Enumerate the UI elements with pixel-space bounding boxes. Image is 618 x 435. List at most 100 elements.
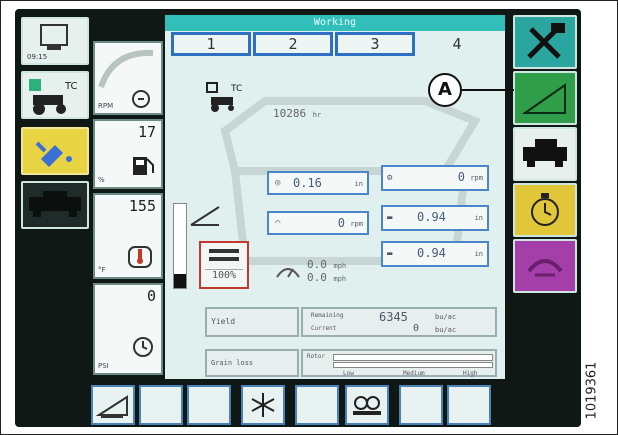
tilt-value-2: 0.94 xyxy=(417,246,446,260)
combine-button[interactable] xyxy=(513,127,577,181)
pressure-gauge: 0 PSI xyxy=(93,283,163,375)
header-icon xyxy=(29,191,81,217)
tools-icon xyxy=(527,23,565,59)
pressure-unit: PSI xyxy=(98,362,109,370)
header-tilt-icon xyxy=(521,83,566,114)
loss-high: High xyxy=(463,370,478,377)
manual-figure: 09:15 TC RPM 17 % 155 °F 0 PSI Working 1… xyxy=(0,0,618,435)
tilt-box-1[interactable]: ▬ 0.94 in xyxy=(381,205,489,231)
fuel-unit: % xyxy=(98,176,105,184)
belt-unit: rpm xyxy=(350,220,363,228)
header-height-bar[interactable] xyxy=(173,203,187,289)
shoe-loss-bar xyxy=(333,362,493,368)
speed-value-2: 0.0 xyxy=(307,271,327,284)
callout-a: A xyxy=(428,73,462,107)
camera-button[interactable] xyxy=(345,385,389,425)
clock-text: 09:15 xyxy=(27,53,48,61)
tractor-tc-icon: TC xyxy=(29,79,78,115)
engine-hours-unit: hr xyxy=(312,111,322,119)
header-percent-box[interactable]: 100% xyxy=(199,241,249,289)
tab-1[interactable]: 1 xyxy=(171,32,251,56)
header-float-button[interactable] xyxy=(91,385,135,425)
header-height-fill xyxy=(174,274,186,288)
pressure-value: 0 xyxy=(146,287,156,305)
tilt-icon-2: ▬ xyxy=(387,249,393,259)
display-settings-button[interactable]: 09:15 xyxy=(21,17,89,65)
grain-loss-button[interactable] xyxy=(513,239,577,293)
grain-loss-label: Grain loss xyxy=(211,359,254,367)
tab-2[interactable]: 2 xyxy=(253,32,333,56)
belt-icon: ⌒ xyxy=(275,218,281,228)
bottom-button-7[interactable] xyxy=(399,385,443,425)
header-tilt-small-icon xyxy=(190,206,220,226)
engine-hours-value: 10286 xyxy=(273,107,307,120)
yield-box[interactable]: Yield xyxy=(205,307,299,337)
satellite-icon xyxy=(35,141,72,167)
area-unit-1: bu/ac xyxy=(435,313,457,321)
reel-icon: ◎ xyxy=(275,178,281,188)
rpm-unit: RPM xyxy=(98,102,114,110)
tab-4[interactable]: 4 xyxy=(417,32,497,56)
rotor-label: Rotor xyxy=(307,353,326,360)
engine-button[interactable] xyxy=(513,183,577,237)
engine-hours: 10286 hr xyxy=(273,107,321,120)
tractor-icon: TC xyxy=(206,82,242,112)
header-lift-icon xyxy=(209,249,239,261)
bottom-button-8[interactable] xyxy=(447,385,491,425)
belt-value: 0 xyxy=(337,216,345,230)
area-unit-2: bu/ac xyxy=(435,326,457,334)
header-percent: 100% xyxy=(205,269,243,281)
speed-unit-2: mph xyxy=(333,275,347,283)
main-tc-label: TC xyxy=(230,84,242,94)
area-value-1: 6345 xyxy=(379,310,408,324)
ground-speed: 0.0 mph 0.0 mph xyxy=(307,259,346,285)
loss-medium: Medium xyxy=(403,370,425,377)
callout-leader-line xyxy=(462,89,514,91)
reel-value: 0.16 xyxy=(293,176,322,190)
figure-number-text: 1019361 xyxy=(584,361,600,420)
grain-loss-meter: Rotor Low Medium High xyxy=(301,349,497,377)
auger-rpm-box[interactable]: ⚙ 0 rpm xyxy=(381,165,489,191)
tab-3[interactable]: 3 xyxy=(335,32,415,56)
tilt-box-2[interactable]: ▬ 0.94 in xyxy=(381,241,489,267)
combine-icon xyxy=(523,139,567,167)
area-label-2: Current xyxy=(311,325,337,332)
tractor-tc-button[interactable]: TC xyxy=(21,71,89,119)
area-value-2: 0 xyxy=(413,323,420,334)
auger-rpm-value: 0 xyxy=(457,170,465,184)
yield-label: Yield xyxy=(211,317,236,326)
area-label-1: Remaining xyxy=(311,312,344,319)
tilt-value-1: 0.94 xyxy=(417,210,446,224)
belt-speed-box[interactable]: ⌒ 0 rpm xyxy=(267,211,369,235)
gps-button[interactable] xyxy=(21,127,89,175)
temperature-unit: °F xyxy=(98,266,106,274)
grain-loss-icon xyxy=(527,259,563,277)
display-screen: 09:15 TC RPM 17 % 155 °F 0 PSI Working 1… xyxy=(15,9,581,427)
header-float-icon xyxy=(95,395,128,418)
tc-text: TC xyxy=(64,81,78,92)
figure-number: 1019361 xyxy=(584,351,617,431)
snowflake-icon xyxy=(251,393,275,417)
coolant-temperature-gauge: 155 °F xyxy=(93,193,163,279)
bottom-button-2[interactable] xyxy=(139,385,183,425)
header-select-button[interactable] xyxy=(21,181,89,229)
grain-loss-box[interactable]: Grain loss xyxy=(205,349,299,377)
snowflake-button[interactable] xyxy=(241,385,285,425)
tools-button[interactable] xyxy=(513,15,577,69)
bottom-button-5[interactable] xyxy=(295,385,339,425)
bottom-button-3[interactable] xyxy=(187,385,231,425)
header-tilt-button[interactable] xyxy=(513,71,577,125)
engine-icon xyxy=(531,193,559,226)
yield-values-box: Remaining 6345 bu/ac Current 0 bu/ac xyxy=(301,307,497,337)
reel-height-box[interactable]: ◎ 0.16 in xyxy=(267,171,369,195)
tilt-unit-2: in xyxy=(474,250,483,258)
fuel-value: 17 xyxy=(137,123,156,141)
auger-rpm-unit: rpm xyxy=(470,174,483,182)
loss-low: Low xyxy=(343,370,354,377)
tilt-unit-1: in xyxy=(474,214,483,222)
fuel-gauge: 17 % xyxy=(93,119,163,189)
page-title: Working xyxy=(165,15,505,31)
rotor-loss-bar xyxy=(333,354,493,361)
auger-icon: ⚙ xyxy=(387,173,393,183)
reel-unit: in xyxy=(354,180,363,188)
